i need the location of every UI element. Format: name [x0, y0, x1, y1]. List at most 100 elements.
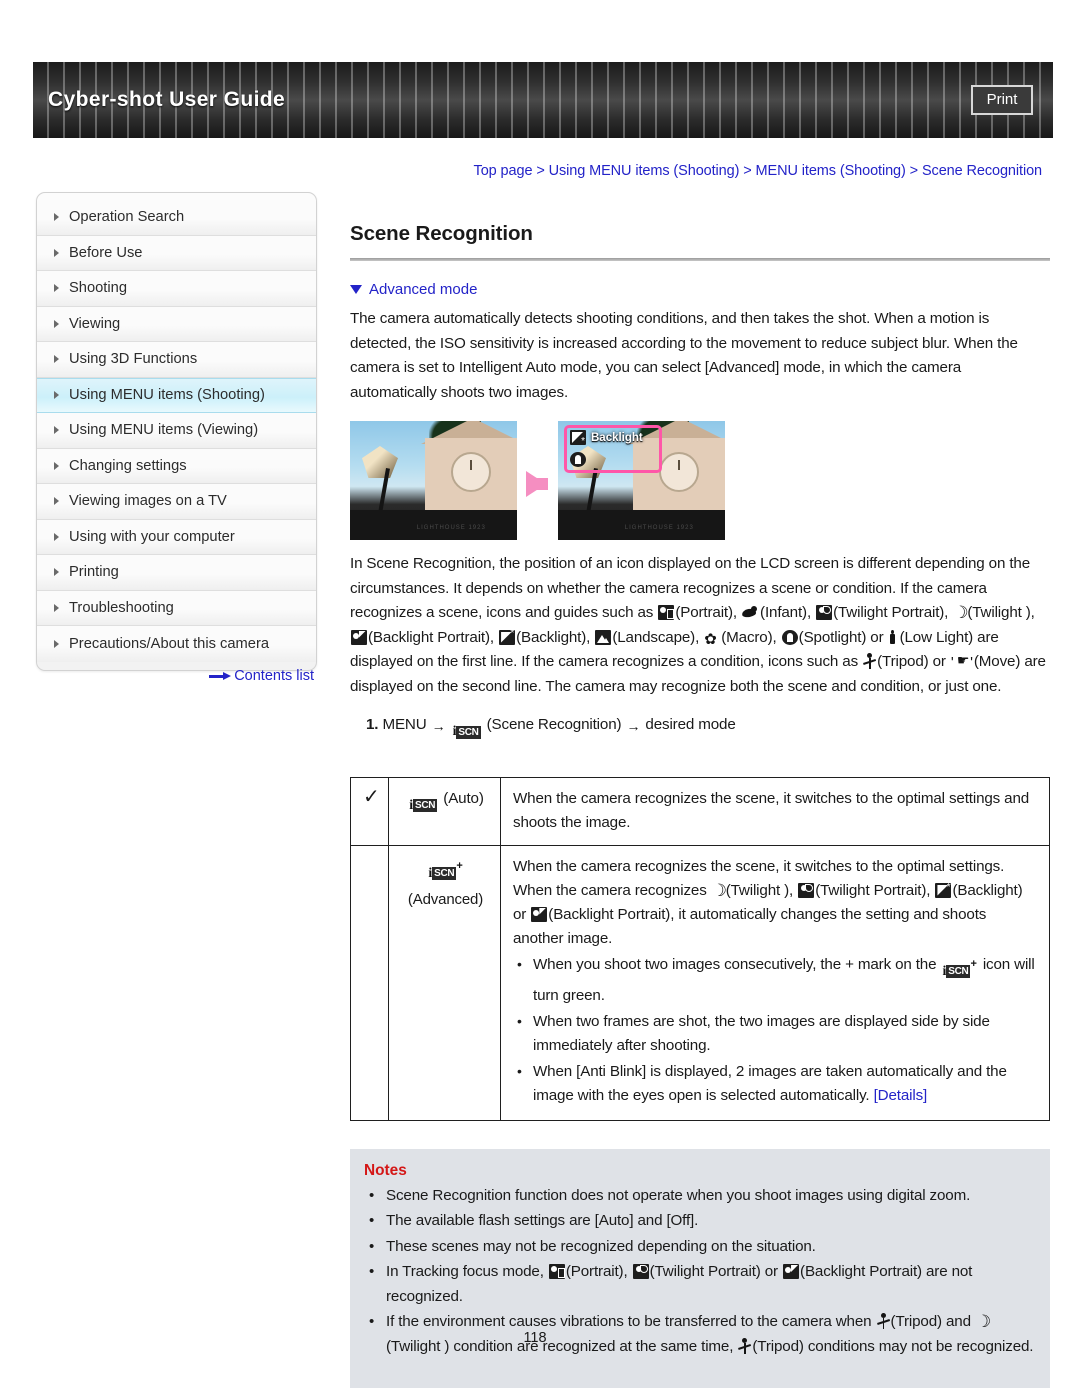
twilight-icon: [953, 601, 968, 626]
notes-panel: Notes Scene Recognition function does no…: [350, 1148, 1050, 1388]
building-inscription: LIGHTHOUSE 1923: [416, 525, 486, 531]
sidebar-item-label: Using with your computer: [69, 528, 235, 545]
chevron-right-icon: [54, 461, 59, 470]
sidebar-item-label: Viewing images on a TV: [69, 493, 227, 510]
backlight-icon: [570, 430, 586, 447]
arrow-right-pink-icon: [526, 471, 548, 497]
note-4-mid2: (Twilight Portrait) or: [649, 1263, 779, 1280]
chevron-right-icon: [54, 497, 59, 506]
main-content: Scene Recognition Advanced mode The came…: [350, 192, 1050, 1388]
iscn-advanced-icon: i SCN+: [942, 957, 977, 979]
chevron-right-icon: [54, 213, 59, 222]
infant-icon: [742, 605, 759, 620]
landscape-icon: [595, 629, 612, 645]
app-header-banner: Cyber-shot User Guide Print: [33, 62, 1053, 138]
list-item: The available flash settings are [Auto] …: [369, 1209, 1036, 1234]
sidebar-item-printing[interactable]: Printing: [37, 555, 316, 591]
twilight-portrait-icon: [632, 1264, 649, 1279]
details-link[interactable]: [Details]: [874, 1087, 928, 1104]
page-number-value: 118: [523, 1330, 547, 1346]
note-4-pre: In Tracking focus mode,: [386, 1263, 544, 1280]
twilight-portrait-icon: [816, 605, 833, 620]
foreground-shape: LIGHTHOUSE 1923: [350, 510, 517, 540]
list-item: When two frames are shot, the two images…: [517, 1009, 1039, 1058]
move-icon: ☛: [951, 651, 973, 676]
sidebar-item-troubleshooting[interactable]: Troubleshooting: [37, 590, 316, 626]
row-description-cell: When the camera recognizes the scene, it…: [500, 776, 1050, 846]
intro-paragraph: The camera automatically detects shootin…: [350, 310, 1018, 401]
para2-blportrait: (Backlight Portrait),: [368, 628, 494, 646]
bullet-2-text: When two frames are shot, the two images…: [533, 1012, 990, 1054]
sidebar-item-precautions-about-this-camera[interactable]: Precautions/About this camera: [37, 626, 316, 662]
para2-backlight: (Backlight),: [516, 628, 591, 646]
advanced-bullet-list: When you shoot two images consecutively,…: [513, 952, 1039, 1108]
backlight-icon: [499, 622, 516, 647]
portrait-icon: [658, 605, 675, 620]
sidebar-item-before-use[interactable]: Before Use: [37, 235, 316, 271]
clock-shape: [451, 452, 491, 492]
low-light-icon: [889, 629, 899, 645]
table-row: i SCN+ (Advanced) When the camera recogni…: [350, 844, 1050, 1121]
chevron-right-icon: [54, 391, 59, 400]
chevron-right-icon: [54, 532, 59, 541]
row-mode-cell: i SCN (Auto): [388, 776, 501, 846]
print-button[interactable]: Print: [971, 85, 1033, 115]
sidebar-item-label: Using MENU items (Shooting): [69, 387, 265, 404]
page-title: Scene Recognition: [350, 222, 533, 245]
sidebar-item-label: Precautions/About this camera: [69, 635, 270, 652]
scene-recognition-iscn-icon: i SCN: [452, 723, 481, 739]
note-1-text: Scene Recognition function does not oper…: [386, 1186, 971, 1204]
spotlight-icon: [781, 629, 798, 645]
backlight-portrait-icon: [783, 1264, 800, 1279]
mode-label-auto: (Auto): [443, 789, 484, 807]
sidebar-item-using-menu-items-viewing[interactable]: Using MENU items (Viewing): [37, 413, 316, 449]
note-3-text: These scenes may not be recognized depen…: [386, 1237, 816, 1255]
iscn-auto-icon: i SCN: [409, 797, 438, 813]
breadcrumb[interactable]: Top page > Using MENU items (Shooting) >…: [474, 163, 1043, 179]
portrait-icon: [548, 1264, 565, 1279]
advanced-twiportrait: (Twilight Portrait),: [815, 881, 931, 899]
modes-table: ✓ i SCN (Auto) When the camera recognizes…: [350, 776, 1050, 1121]
chevron-right-icon: [54, 603, 59, 612]
sidebar-item-using-with-your-computer[interactable]: Using with your computer: [37, 519, 316, 555]
sidebar-item-label: Shooting: [69, 280, 127, 297]
sidebar-item-label: Using MENU items (Viewing): [69, 422, 259, 439]
list-item: These scenes may not be recognized depen…: [369, 1235, 1036, 1260]
tripod-icon: [863, 653, 876, 669]
sidebar-item-label: Using 3D Functions: [69, 351, 198, 368]
para2-spotlight: (Spotlight) or: [798, 628, 884, 646]
app-title: Cyber-shot User Guide: [48, 88, 286, 111]
sidebar-item-using-menu-items-shooting[interactable]: Using MENU items (Shooting): [37, 377, 316, 413]
contents-list-link[interactable]: Contents list: [36, 668, 317, 684]
chevron-right-icon: [54, 248, 59, 257]
step-scene-recognition-label: (Scene Recognition): [486, 716, 622, 733]
para2-macro: (Macro),: [721, 628, 777, 646]
para2-infant: (Infant),: [760, 604, 812, 621]
sidebar-item-viewing-images-on-a-tv[interactable]: Viewing images on a TV: [37, 484, 316, 520]
sidebar-item-changing-settings[interactable]: Changing settings: [37, 448, 316, 484]
bullet-3-text: When [Anti Blink] is displayed, 2 images…: [533, 1062, 1007, 1104]
photo-before: LIGHTHOUSE 1923: [350, 421, 517, 540]
note-5-pre: If the environment causes vibrations to …: [386, 1313, 872, 1330]
checkmark-icon: ✓: [363, 785, 380, 808]
note-2-text: The available flash settings are [Auto] …: [386, 1212, 699, 1229]
sidebar-item-using-3d-functions[interactable]: Using 3D Functions: [37, 342, 316, 378]
sidebar-item-label: Viewing: [69, 315, 121, 332]
clock-shape: [659, 452, 699, 492]
advanced-mode-subheading[interactable]: Advanced mode: [350, 281, 1050, 298]
sidebar-item-operation-search[interactable]: Operation Search: [37, 200, 316, 236]
para2-landscape: (Landscape),: [612, 628, 700, 646]
bullet-1-pre: When you shoot two images consecutively,…: [533, 955, 937, 973]
list-item: Scene Recognition function does not oper…: [369, 1184, 1036, 1209]
sidebar-item-label: Printing: [69, 564, 119, 581]
backlight-icon: [935, 876, 952, 900]
backlight-portrait-icon: [531, 906, 548, 922]
advanced-mode-label: Advanced mode: [369, 281, 478, 298]
contents-list-label: Contents list: [234, 668, 314, 684]
sidebar-item-viewing[interactable]: Viewing: [37, 306, 316, 342]
tripod-icon: [877, 1313, 890, 1329]
sidebar-item-shooting[interactable]: Shooting: [37, 271, 316, 307]
lcd-condition-indicator: [569, 451, 587, 469]
table-row: ✓ i SCN (Auto) When the camera recognizes…: [350, 776, 1050, 846]
document-page: Cyber-shot User Guide Print Top page > U…: [0, 0, 1080, 1397]
